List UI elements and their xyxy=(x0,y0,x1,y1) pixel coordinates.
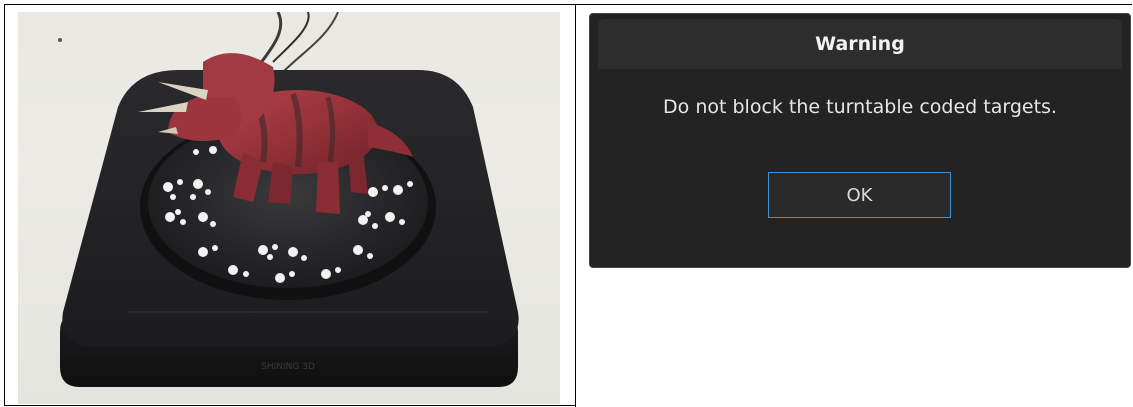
dialog-title: Warning xyxy=(815,33,905,55)
ok-button[interactable]: OK xyxy=(768,172,951,218)
dialog-message: Do not block the turntable coded targets… xyxy=(663,96,1057,118)
cable-shape xyxy=(282,12,339,73)
turntable-brand-text: SHINING 3D xyxy=(261,362,315,372)
turntable-photo: SHINING 3D xyxy=(18,12,560,404)
table-bottom-border xyxy=(4,405,576,406)
dialog-title-bar: Warning xyxy=(598,19,1122,69)
warning-dialog: Warning Do not block the turntable coded… xyxy=(589,13,1131,268)
table-cell-divider xyxy=(575,4,576,407)
